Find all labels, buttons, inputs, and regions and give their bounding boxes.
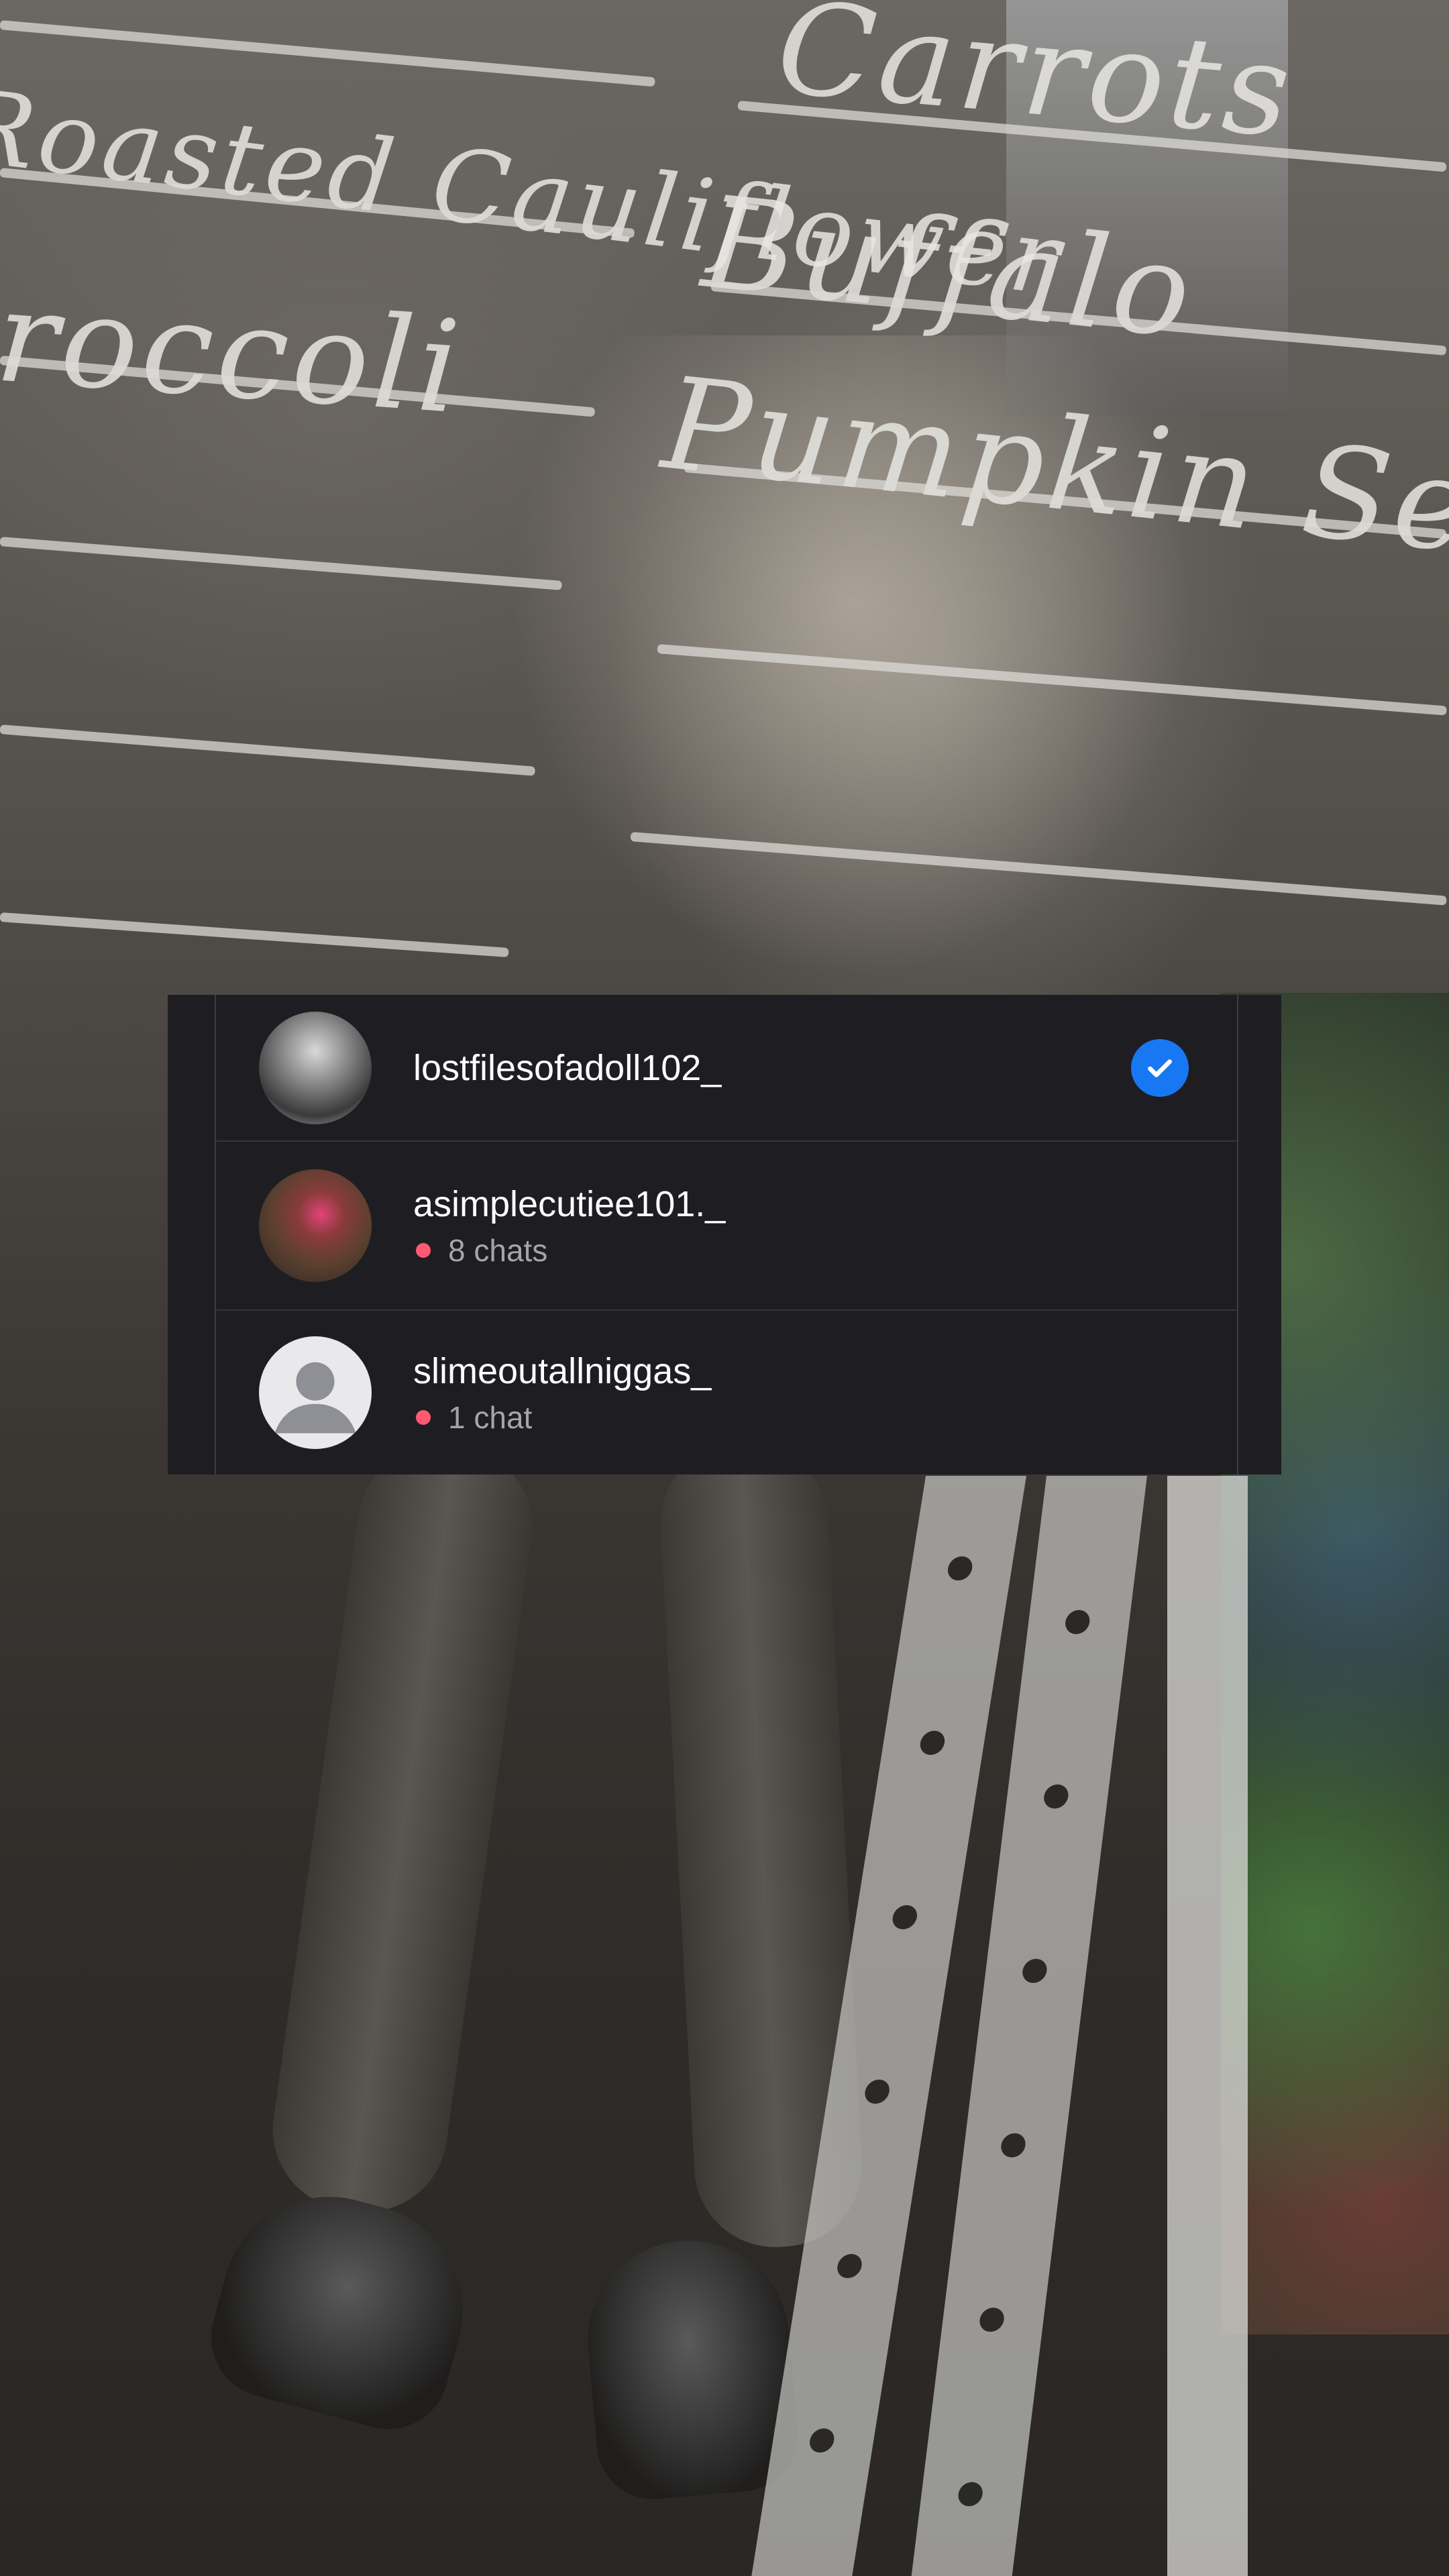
rack-hole: [978, 2308, 1006, 2332]
shelf-line: [0, 912, 509, 957]
rack-hole: [1042, 1784, 1070, 1809]
unread-dot-icon: [416, 1409, 431, 1425]
rack-hole: [835, 2254, 864, 2278]
account-list: lostfilesofadoll102_ asimplecutiee101._ …: [215, 995, 1238, 1474]
rack-hole: [946, 1556, 974, 1580]
background-shoe-left: [197, 2172, 487, 2443]
unread-dot-icon: [416, 1242, 431, 1258]
account-row[interactable]: lostfilesofadoll102_: [216, 995, 1237, 1140]
rack-hole: [890, 1905, 919, 1929]
account-row[interactable]: slimeoutallniggas_ 1 chat: [216, 1310, 1237, 1474]
account-username: slimeoutallniggas_: [413, 1350, 712, 1391]
account-text: slimeoutallniggas_ 1 chat: [413, 1350, 711, 1436]
rack-hole: [1000, 2133, 1027, 2157]
shelf-line: [0, 537, 562, 590]
rack-hole: [957, 2482, 984, 2506]
account-username: lostfilesofadoll102_: [413, 1047, 722, 1088]
unread-chats-count: 1 chat: [448, 1399, 533, 1435]
shelf-line: [0, 20, 655, 87]
checkmark-circle-icon: [1131, 1038, 1189, 1097]
glass-word-broccoli: Broccoli: [0, 255, 468, 443]
account-username: asimplecutiee101._: [413, 1183, 726, 1224]
glass-word-carrots: Carrots: [771, 0, 1300, 166]
shelf-line: [0, 724, 536, 776]
background-leg-left: [262, 1434, 543, 2222]
rack-hole: [1064, 1610, 1091, 1634]
rack-hole: [863, 2080, 892, 2104]
rack-hole: [1021, 1959, 1049, 1983]
account-avatar: [259, 1169, 372, 1282]
account-row[interactable]: asimplecutiee101._ 8 chats: [216, 1141, 1237, 1309]
unread-chats: 8 chats: [413, 1232, 725, 1269]
rack-hole: [918, 1731, 947, 1755]
rack-hole: [808, 2428, 837, 2453]
account-avatar: [259, 1011, 372, 1124]
default-avatar-icon: [259, 1336, 372, 1449]
checkmark-icon: [1148, 1059, 1172, 1077]
background-rack: [1167, 1476, 1248, 2576]
account-text: asimplecutiee101._ 8 chats: [413, 1183, 725, 1269]
account-switcher-panel: lostfilesofadoll102_ asimplecutiee101._ …: [168, 995, 1281, 1474]
unread-chats: 1 chat: [413, 1399, 711, 1436]
account-text: lostfilesofadoll102_: [413, 1046, 721, 1089]
unread-chats-count: 8 chats: [448, 1232, 548, 1268]
